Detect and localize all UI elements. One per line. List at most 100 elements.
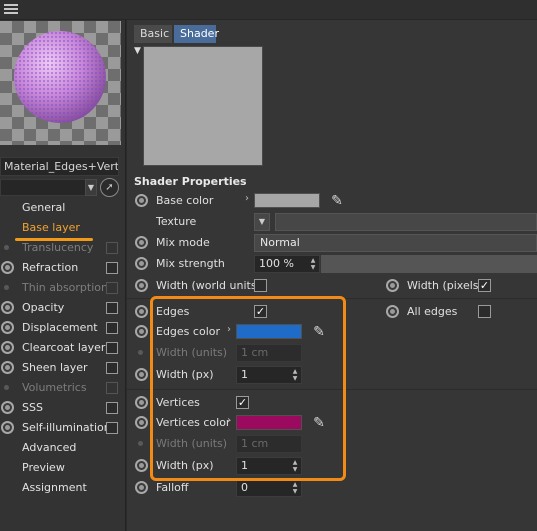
sidebar-item-self-illumination[interactable]: Self-illumination [0, 418, 126, 438]
animate-radio-icon[interactable] [1, 341, 14, 354]
stepper-icon[interactable]: ▲ ▼ [309, 257, 317, 271]
mix-strength-label: Mix strength [156, 257, 225, 270]
animate-radio-icon[interactable] [1, 401, 14, 414]
sidebar-item-label: Base layer [22, 221, 80, 234]
sidebar-item-base-layer[interactable]: Base layer [0, 218, 126, 238]
sidebar-item-label: Volumetrics [22, 381, 87, 394]
sidebar-item-sheen-layer[interactable]: Sheen layer [0, 358, 126, 378]
layer-enable-checkbox[interactable] [106, 342, 118, 354]
sidebar-item-translucency[interactable]: Translucency [0, 238, 126, 258]
animate-radio-icon[interactable] [135, 368, 148, 381]
animate-dot-icon [138, 441, 143, 446]
sidebar-item-label: Refraction [22, 261, 79, 274]
width-world-units-checkbox[interactable] [254, 279, 267, 292]
layer-enable-checkbox[interactable] [106, 322, 118, 334]
animate-radio-icon[interactable] [1, 361, 14, 374]
animate-dot-icon [138, 350, 143, 355]
sidebar-item-volumetrics[interactable]: Volumetrics [0, 378, 126, 398]
layer-enable-checkbox[interactable] [106, 402, 118, 414]
chevron-down-icon[interactable]: ▼ [85, 179, 97, 196]
sidebar-item-clearcoat-layer[interactable]: Clearcoat layer [0, 338, 126, 358]
width-pixels-label: Width (pixels) [407, 279, 483, 292]
sidebar-item-sss[interactable]: SSS [0, 398, 126, 418]
layer-enable-checkbox[interactable] [106, 302, 118, 314]
animate-radio-icon[interactable] [386, 279, 399, 292]
animate-radio-icon[interactable] [1, 421, 14, 434]
animate-dot-icon [4, 245, 9, 250]
animate-radio-icon[interactable] [1, 261, 14, 274]
eyedropper-icon[interactable]: ✎ [328, 192, 346, 210]
pick-cursor-icon[interactable]: ➚ [100, 178, 119, 197]
animate-radio-icon[interactable] [135, 236, 148, 249]
sidebar-item-refraction[interactable]: Refraction [0, 258, 126, 278]
layer-enable-checkbox[interactable] [106, 362, 118, 374]
sidebar-item-general[interactable]: General [0, 198, 126, 218]
expand-chevron-icon[interactable]: › [245, 193, 249, 204]
sidebar-item-label: General [22, 201, 66, 214]
animate-radio-icon[interactable] [1, 301, 14, 314]
animate-radio-icon[interactable] [135, 194, 148, 207]
animate-radio-icon[interactable] [135, 459, 148, 472]
falloff-value: 0 [241, 481, 248, 494]
sidebar-item-label: Clearcoat layer [22, 341, 106, 354]
animate-radio-icon[interactable] [1, 321, 14, 334]
sidebar-item-label: Advanced [22, 441, 77, 454]
falloff-label: Falloff [156, 481, 189, 494]
mix-mode-row: Mix mode Normal [127, 233, 537, 253]
mix-strength-slider[interactable] [321, 255, 537, 273]
layer-enable-checkbox[interactable] [106, 262, 118, 274]
sidebar-item-preview[interactable]: Preview [0, 458, 126, 478]
tab-basic[interactable]: Basic [134, 25, 172, 43]
material-name-field[interactable]: Material_Edges+Vertex [0, 157, 119, 176]
falloff-field[interactable]: 0 ▲ ▼ [236, 479, 302, 497]
sidebar-item-label: SSS [22, 401, 43, 414]
mix-strength-field[interactable]: 100 % ▲ ▼ [254, 255, 320, 273]
sidebar-item-label: Translucency [22, 241, 94, 254]
stepper-icon[interactable]: ▲ ▼ [291, 481, 299, 495]
sidebar-item-displacement[interactable]: Displacement [0, 318, 126, 338]
base-color-swatch[interactable] [254, 193, 320, 208]
collapse-chevron-icon[interactable]: ▼ [134, 46, 141, 56]
mix-mode-label: Mix mode [156, 236, 210, 249]
sidebar-item-assignment[interactable]: Assignment [0, 478, 126, 498]
animate-radio-icon[interactable] [135, 305, 148, 318]
animate-radio-icon[interactable] [135, 325, 148, 338]
active-tab-underline [15, 238, 93, 241]
shader-properties-title: Shader Properties [134, 175, 247, 188]
animate-radio-icon[interactable] [135, 416, 148, 429]
texture-dropdown-button[interactable]: ▼ [254, 213, 270, 231]
layer-enable-checkbox[interactable] [106, 422, 118, 434]
layer-enable-checkbox [106, 242, 118, 254]
layer-enable-checkbox [106, 282, 118, 294]
layer-enable-checkbox [106, 382, 118, 394]
animate-radio-icon[interactable] [135, 257, 148, 270]
highlight-annotation-box [150, 296, 346, 481]
sidebar-item-label: Sheen layer [22, 361, 88, 374]
all-edges-checkbox[interactable] [478, 305, 491, 318]
hamburger-icon[interactable] [4, 4, 18, 15]
material-preview-thumbnail [0, 21, 121, 145]
animate-radio-icon[interactable] [135, 481, 148, 494]
shader-preview-swatch [143, 46, 263, 166]
tab-shader[interactable]: Shader [174, 25, 219, 43]
animate-radio-icon[interactable] [135, 396, 148, 409]
texture-slot[interactable] [275, 213, 537, 231]
base-color-row: Base color › ✎ [127, 191, 537, 211]
sidebar-item-advanced[interactable]: Advanced [0, 438, 126, 458]
layer-select-field[interactable] [0, 179, 97, 196]
animate-radio-icon[interactable] [135, 279, 148, 292]
sidebar-item-thin-absorption[interactable]: Thin absorption [0, 278, 126, 298]
animate-dot-icon [4, 385, 9, 390]
base-color-label: Base color [156, 194, 214, 207]
sidebar-item-label: Displacement [22, 321, 98, 334]
animate-dot-icon [4, 285, 9, 290]
sidebar-item-label: Preview [22, 461, 65, 474]
sidebar-item-opacity[interactable]: Opacity [0, 298, 126, 318]
animate-radio-icon[interactable] [386, 305, 399, 318]
preview-sphere [14, 31, 106, 123]
mix-mode-dropdown[interactable]: Normal [254, 234, 537, 252]
sidebar-item-label: Thin absorption [22, 281, 108, 294]
width-mode-row: Width (world units) Width (pixels) ✓ [127, 276, 537, 296]
width-world-units-label: Width (world units) [156, 279, 261, 292]
width-pixels-checkbox[interactable]: ✓ [478, 279, 491, 292]
